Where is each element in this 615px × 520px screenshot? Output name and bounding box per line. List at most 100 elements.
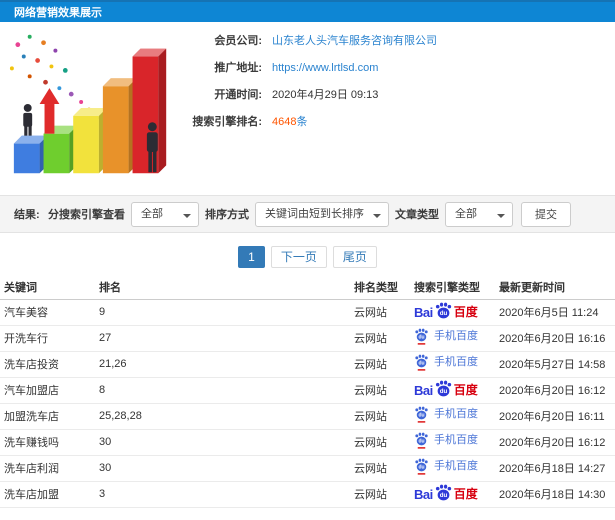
illustration-box — [0, 22, 182, 195]
promo-url-link[interactable]: https://www.lrtlsd.com — [272, 61, 378, 75]
bar-chart-illustration — [9, 34, 167, 174]
keyword-cell: 洗车店利润 — [0, 455, 95, 482]
mobile-baidu-paw-icon — [415, 406, 428, 423]
mobile-baidu-logo: 手机百度 — [414, 328, 478, 345]
rank-type-cell: 云网站 — [350, 455, 410, 482]
ranking-count-number: 4648 — [272, 116, 297, 128]
rank-type-cell: 云网站 — [350, 377, 410, 404]
top-section: 会员公司: 山东老人头汽车服务咨询有限公司 推广地址: https://www.… — [0, 22, 615, 195]
keyword-cell: 洗车店投资 — [0, 351, 95, 378]
ranking-count-unit: 条 — [296, 116, 308, 128]
article-type-label: 文章类型 — [395, 209, 439, 221]
info-row-open-time: 开通时间: 2020年4月29日 09:13 — [182, 88, 615, 102]
header-rank: 排名 — [95, 276, 350, 300]
keyword-cell: 开洗车行 — [0, 325, 95, 352]
rank-link[interactable]: 9 — [95, 299, 350, 326]
engine-cell: 手机百度 — [410, 429, 495, 456]
update-time-cell: 2020年6月5日 11:24 — [495, 299, 615, 326]
page-button-1[interactable]: 1 — [238, 246, 265, 268]
keyword-cell: 加盟洗车店 — [0, 403, 95, 430]
mobile-baidu-paw-icon — [415, 354, 428, 371]
engine-select-wrap: 全部 — [131, 201, 199, 227]
keyword-cell: 洗车店加盟 — [0, 481, 95, 508]
header-keyword: 关键词 — [0, 276, 95, 300]
engine-cell: 手机百度 — [410, 403, 495, 430]
article-select-wrap: 全部 — [445, 201, 513, 227]
ranking-count-label: 搜索引擎排名: — [192, 116, 262, 128]
engine-select[interactable]: 全部 — [132, 202, 198, 226]
open-time-value: 2020年4月29日 09:13 — [272, 89, 379, 101]
baidu-paw-icon — [434, 302, 453, 319]
info-row-company: 会员公司: 山东老人头汽车服务咨询有限公司 — [182, 34, 615, 48]
rank-link[interactable]: 30 — [95, 455, 350, 482]
table-row: 洗车店加盟 3 云网站 Bai 百度 2020年6月18日 14:30 — [0, 481, 615, 508]
rank-link[interactable]: 3 — [95, 481, 350, 508]
update-time-cell: 2020年6月18日 14:27 — [495, 455, 615, 482]
baidu-logo: Bai 百度 — [414, 484, 478, 504]
engine-cell: 手机百度 — [410, 351, 495, 378]
engine-cell: 手机百度 — [410, 325, 495, 352]
article-type-select[interactable]: 全部 — [446, 202, 512, 226]
next-page-button[interactable]: 下一页 — [270, 246, 327, 268]
company-name-link[interactable]: 山东老人头汽车服务咨询有限公司 — [272, 34, 437, 48]
page: du 网络营销效果展示 — [0, 0, 615, 520]
keyword-cell: 洗车赚钱吗 — [0, 429, 95, 456]
mobile-baidu-logo: 手机百度 — [414, 406, 478, 423]
mobile-baidu-paw-icon — [415, 458, 428, 475]
bar-blue — [13, 135, 48, 174]
results-table: 关键词 排名 排名类型 搜索引擎类型 最新更新时间 汽车美容 9 云网站 Bai… — [0, 276, 615, 508]
baidu-paw-icon — [434, 484, 453, 501]
header-bar: 网络营销效果展示 — [0, 0, 615, 22]
bar-orange — [102, 78, 137, 174]
rank-link[interactable]: 27 — [95, 325, 350, 352]
rank-link[interactable]: 21,26 — [95, 351, 350, 378]
rank-link[interactable]: 8 — [95, 377, 350, 404]
table-row: 洗车店利润 30 云网站 手机百度 2020年6月18日 14:27 — [0, 455, 615, 482]
engine-cell: Bai 百度 — [410, 299, 495, 326]
submit-button[interactable]: 提交 — [521, 201, 571, 227]
table-header-row: 关键词 排名 排名类型 搜索引擎类型 最新更新时间 — [0, 276, 615, 300]
keyword-cell: 汽车加盟店 — [0, 377, 95, 404]
result-label: 结果: — [14, 209, 40, 221]
rank-link[interactable]: 25,28,28 — [95, 403, 350, 430]
ranking-count-value: 4648条 — [272, 115, 307, 129]
rank-link[interactable]: 30 — [95, 429, 350, 456]
mobile-baidu-paw-icon — [415, 432, 428, 449]
bar-yellow — [73, 107, 107, 174]
engine-cell: Bai 百度 — [410, 481, 495, 508]
promo-url-label: 推广地址: — [214, 62, 262, 74]
page-title: 网络营销效果展示 — [14, 7, 102, 19]
businessman-left — [23, 104, 33, 136]
engine-filter-label: 分搜索引擎查看 — [48, 209, 125, 221]
table-row: 洗车赚钱吗 30 云网站 手机百度 2020年6月20日 16:12 — [0, 429, 615, 456]
engine-cell: Bai 百度 — [410, 377, 495, 404]
baidu-logo: Bai 百度 — [414, 302, 478, 322]
last-page-button[interactable]: 尾页 — [332, 246, 377, 268]
filter-controls: 分搜索引擎查看 全部 排序方式 关键词由短到长排序 文章类型 全部 提交 — [42, 201, 571, 227]
table-row: 汽车加盟店 8 云网站 Bai 百度 2020年6月20日 16:12 — [0, 377, 615, 404]
open-time-label: 开通时间: — [214, 89, 262, 101]
table-row: 汽车美容 9 云网站 Bai 百度 2020年6月5日 11:24 — [0, 299, 615, 326]
table-row: 加盟洗车店 25,28,28 云网站 手机百度 2020年6月20日 16:11 — [0, 403, 615, 430]
member-info: 会员公司: 山东老人头汽车服务咨询有限公司 推广地址: https://www.… — [182, 22, 615, 195]
baidu-logo: Bai 百度 — [414, 380, 478, 400]
info-row-ranking: 搜索引擎排名: 4648条 — [182, 115, 615, 129]
update-time-cell: 2020年6月18日 14:30 — [495, 481, 615, 508]
baidu-paw-icon — [434, 380, 453, 397]
header-rank-type: 排名类型 — [350, 276, 410, 300]
header-update-time: 最新更新时间 — [495, 276, 615, 300]
keyword-cell: 汽车美容 — [0, 299, 95, 326]
update-time-cell: 2020年6月20日 16:11 — [495, 403, 615, 430]
filter-bar: 结果: 分搜索引擎查看 全部 排序方式 关键词由短到长排序 文章类型 全部 提交 — [0, 195, 615, 233]
sort-select[interactable]: 关键词由短到长排序 — [256, 202, 388, 226]
update-time-cell: 2020年6月20日 16:12 — [495, 377, 615, 404]
update-time-cell: 2020年6月20日 16:16 — [495, 325, 615, 352]
table-row: 开洗车行 27 云网站 手机百度 2020年6月20日 16:16 — [0, 325, 615, 352]
header-engine-type: 搜索引擎类型 — [410, 276, 495, 300]
sort-filter-label: 排序方式 — [205, 209, 249, 221]
info-row-url: 推广地址: https://www.lrtlsd.com — [182, 61, 615, 75]
rank-type-cell: 云网站 — [350, 299, 410, 326]
update-time-cell: 2020年5月27日 14:58 — [495, 351, 615, 378]
rank-type-cell: 云网站 — [350, 403, 410, 430]
sort-select-wrap: 关键词由短到长排序 — [255, 201, 389, 227]
